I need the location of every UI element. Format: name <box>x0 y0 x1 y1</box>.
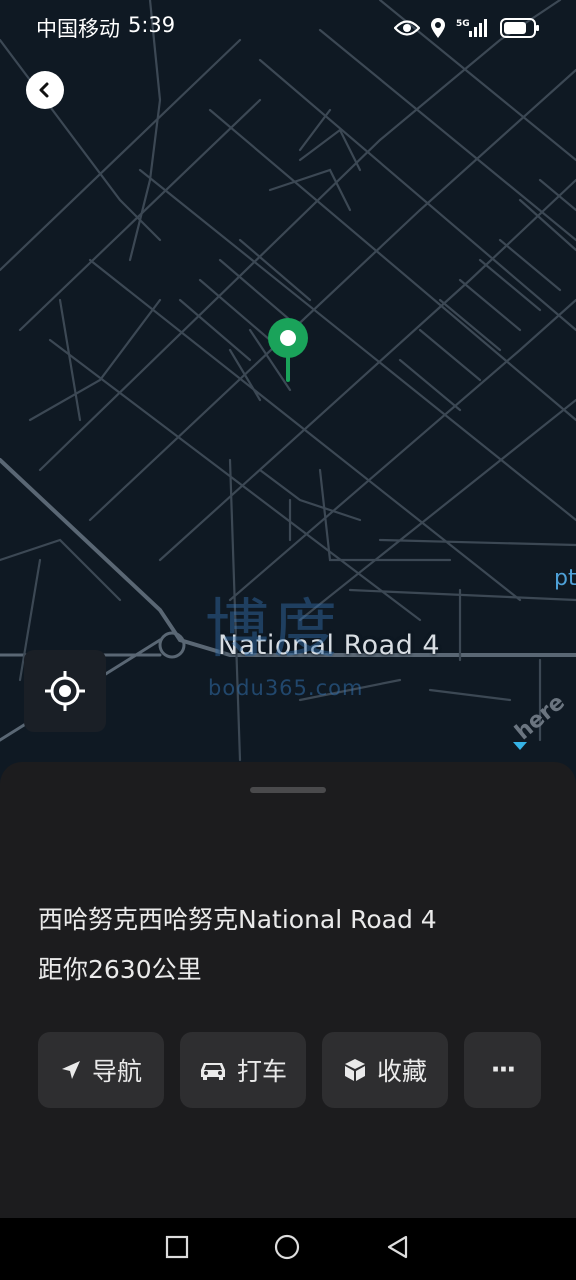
circle-icon <box>274 1234 300 1260</box>
place-detail-sheet: 西哈努克西哈努克National Road 4 距你2630公里 导航 打车 收… <box>0 762 576 1218</box>
network-type: 5G <box>456 19 470 29</box>
system-nav-bar <box>0 1218 576 1280</box>
home-button[interactable] <box>273 1233 301 1265</box>
back-button[interactable] <box>26 71 64 109</box>
recents-button[interactable] <box>165 1235 189 1263</box>
status-bar: 中国移动 5:39 5G <box>0 0 576 56</box>
favorite-button[interactable]: 收藏 <box>322 1032 448 1108</box>
navigate-label: 导航 <box>91 1057 142 1086</box>
my-location-button[interactable] <box>24 650 106 732</box>
triangle-back-icon <box>387 1235 408 1259</box>
map-view[interactable]: National Road 4 pt 博度 bodu365.com here <box>0 0 576 790</box>
crosshair-icon <box>45 671 85 711</box>
location-pin-icon[interactable] <box>266 316 310 384</box>
battery-icon <box>500 17 540 39</box>
back-nav-button[interactable] <box>385 1234 411 1264</box>
status-time: 5:39 <box>128 13 176 37</box>
taxi-label: 打车 <box>236 1057 287 1086</box>
cube-icon <box>344 1059 365 1081</box>
square-icon <box>165 1235 189 1259</box>
navigate-arrow-icon <box>61 1061 80 1079</box>
provider-triangle-icon <box>513 742 527 750</box>
eye-icon <box>394 19 420 37</box>
map-edge-label: pt <box>554 566 576 591</box>
more-icon: ··· <box>490 1055 517 1085</box>
action-buttons: 导航 打车 收藏 ··· <box>38 1032 541 1108</box>
place-name: 西哈努克西哈努克National Road 4 <box>38 905 437 934</box>
chevron-left-icon <box>39 82 49 98</box>
signal-icon: 5G <box>456 17 490 39</box>
taxi-button[interactable]: 打车 <box>180 1032 306 1108</box>
more-button[interactable]: ··· <box>464 1032 541 1108</box>
carrier-name: 中国移动 <box>36 17 120 41</box>
drag-handle[interactable] <box>250 787 326 793</box>
favorite-label: 收藏 <box>376 1057 427 1086</box>
place-distance: 距你2630公里 <box>38 955 202 984</box>
location-icon <box>430 17 446 39</box>
navigate-button[interactable]: 导航 <box>38 1032 164 1108</box>
watermark-url: bodu365.com <box>208 676 364 700</box>
status-left: 中国移动 5:39 <box>36 13 175 43</box>
status-icons: 5G <box>394 17 540 39</box>
taxi-icon <box>200 1063 225 1080</box>
watermark-text: 博度 <box>205 593 341 667</box>
